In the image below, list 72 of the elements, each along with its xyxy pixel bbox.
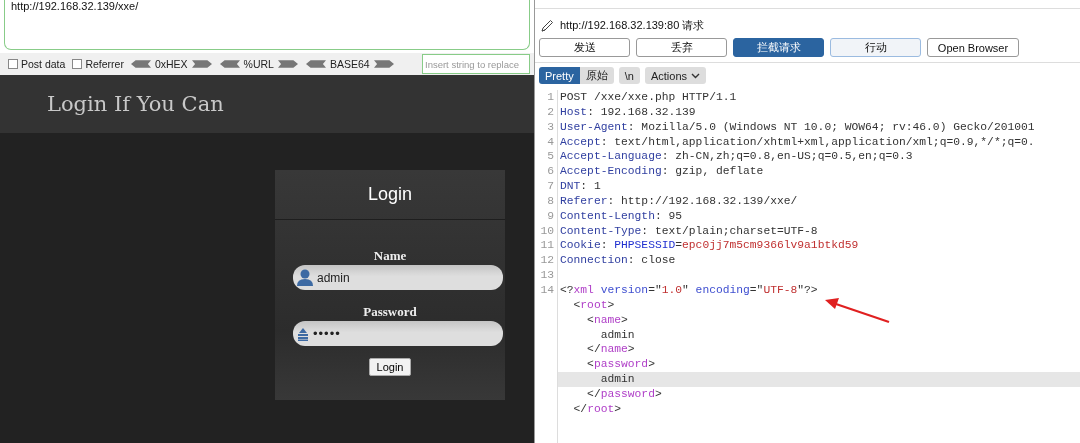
code-line: Referer: http://192.168.32.139/xxe/ bbox=[559, 193, 798, 209]
code-line: Connection: close bbox=[559, 253, 676, 269]
field-label: Password bbox=[363, 304, 417, 320]
left-arrow-icon[interactable] bbox=[305, 59, 326, 69]
code-line: Accept-Language: zh-CN,zh;q=0.8,en-US;q=0.5,en;q=0.3 bbox=[559, 149, 913, 165]
toolbar-button[interactable]: 丢弃 bbox=[636, 38, 727, 57]
line-number: 11 bbox=[540, 238, 554, 254]
line-number: 10 bbox=[540, 223, 554, 239]
right-arrow-icon[interactable] bbox=[191, 59, 212, 69]
line-number: 2 bbox=[547, 104, 554, 120]
line-number: 13 bbox=[540, 268, 554, 283]
code-line: Cookie: PHPSESSID=epc0jj7m5cm9366lv9a1btkd59 bbox=[559, 238, 859, 254]
line-number: 3 bbox=[547, 119, 554, 135]
lock-icon bbox=[297, 326, 309, 341]
line-number: 1 bbox=[547, 90, 554, 105]
code-line: Content-Type: text/plain;charset=UTF-8 bbox=[559, 223, 818, 239]
encoder-label: %URL bbox=[243, 58, 274, 70]
code-line: Content-Length: 95 bbox=[559, 208, 683, 224]
code-line: Host: 192.168.32.139 bbox=[559, 104, 696, 120]
line-number: 6 bbox=[547, 164, 554, 180]
code-line: admin bbox=[599, 372, 635, 387]
view-tab[interactable]: Pretty bbox=[539, 67, 580, 84]
encoder-label: BASE64 bbox=[329, 58, 370, 70]
line-number: 12 bbox=[540, 253, 554, 269]
checkbox[interactable] bbox=[72, 59, 83, 69]
toolbar-button[interactable]: 拦截请求 bbox=[733, 38, 824, 57]
encoder-label: 0xHEX bbox=[154, 58, 188, 70]
line-number: 5 bbox=[547, 149, 554, 165]
login-button[interactable]: Login bbox=[368, 358, 412, 376]
url-field[interactable]: http://192.168.32.139/xxe/ bbox=[4, 0, 530, 50]
annotation-arrow bbox=[825, 298, 891, 324]
code-line: Accept-Encoding: gzip, deflate bbox=[559, 164, 764, 180]
left-arrow-icon[interactable] bbox=[219, 59, 240, 69]
pencil-icon bbox=[541, 18, 554, 32]
request-title: http://192.168.32.139:80 请求 bbox=[560, 17, 705, 33]
right-arrow-icon[interactable] bbox=[277, 59, 298, 69]
checkbox[interactable] bbox=[8, 59, 18, 69]
line-number: 4 bbox=[547, 134, 554, 150]
view-tab[interactable]: 原始 bbox=[579, 67, 614, 84]
line-number: 14 bbox=[540, 282, 554, 298]
code-line: Accept: text/html,application/xhtml+xml,application/xml;q=0.9,*/*;q=0. bbox=[559, 134, 1035, 150]
newline-toggle[interactable]: \n bbox=[618, 67, 640, 84]
line-number: 7 bbox=[547, 179, 554, 194]
code-line: <?xml version="1.0" encoding="UTF-8"?> bbox=[559, 282, 818, 298]
code-line: </root> bbox=[572, 401, 622, 417]
toolbar-button[interactable]: Open Browser bbox=[927, 38, 1019, 57]
site-title: Login If You Can bbox=[47, 92, 224, 116]
toolbar-button[interactable]: 行动 bbox=[830, 38, 921, 57]
card-heading: Login bbox=[367, 184, 412, 205]
line-number: 8 bbox=[547, 193, 554, 209]
chevron-down-icon bbox=[691, 72, 700, 79]
user-icon bbox=[297, 269, 313, 286]
code-line: <password> bbox=[586, 357, 655, 373]
code-line: </password> bbox=[586, 386, 662, 402]
replace-field[interactable]: Insert string to replace bbox=[422, 54, 530, 74]
name-field[interactable]: admin bbox=[293, 265, 503, 290]
code-line: admin bbox=[599, 327, 635, 343]
right-arrow-icon[interactable] bbox=[373, 59, 394, 69]
code-line: POST /xxe/xxe.php HTTP/1.1 bbox=[559, 90, 737, 105]
line-number: 9 bbox=[547, 208, 554, 224]
checkbox-label[interactable]: Post data bbox=[21, 58, 66, 70]
toolbar-button[interactable]: 发送 bbox=[539, 38, 630, 57]
code-line: <name> bbox=[586, 312, 628, 328]
code-line: User-Agent: Mozilla/5.0 (Windows NT 10.0; WOW64; rv:46.0) Gecko/201001 bbox=[559, 119, 1035, 135]
checkbox-label[interactable]: Referrer bbox=[85, 58, 124, 70]
left-arrow-icon[interactable] bbox=[130, 59, 151, 69]
code-line: <root> bbox=[572, 297, 615, 313]
code-line: </name> bbox=[586, 342, 635, 358]
password-field[interactable]: ••••• bbox=[293, 321, 503, 346]
field-label: Name bbox=[373, 248, 407, 264]
actions-menu[interactable]: Actions bbox=[644, 67, 706, 84]
code-line: DNT: 1 bbox=[559, 179, 601, 194]
